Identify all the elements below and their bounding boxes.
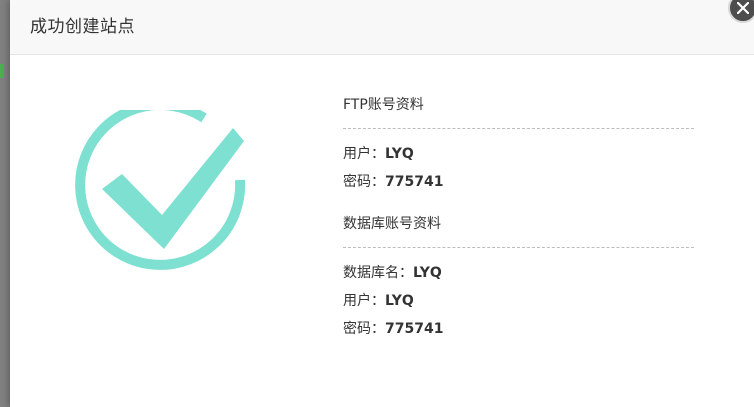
- db-name-label: 数据库名：: [343, 265, 413, 281]
- db-user-value: LYQ: [385, 293, 414, 309]
- background-marker: [0, 64, 4, 78]
- close-icon: [737, 2, 749, 14]
- dialog-title: 成功创建站点: [30, 17, 135, 37]
- success-check-icon: [74, 99, 260, 288]
- db-user-row: 用户：LYQ: [343, 287, 694, 315]
- db-name-value: LYQ: [413, 265, 442, 281]
- site-created-dialog: 成功创建站点 FTP账号资料 用户：LYQ 密码：775741 数据库账号资料 …: [10, 0, 754, 407]
- ftp-password-value: 775741: [385, 174, 444, 190]
- ftp-user-label: 用户：: [343, 146, 385, 162]
- dialog-header: 成功创建站点: [10, 0, 754, 55]
- ftp-user-value: LYQ: [385, 146, 414, 162]
- db-password-label: 密码：: [343, 321, 385, 337]
- db-password-value: 775741: [385, 321, 444, 337]
- ftp-password-label: 密码：: [343, 174, 385, 190]
- db-user-label: 用户：: [343, 293, 385, 309]
- ftp-user-row: 用户：LYQ: [343, 140, 694, 168]
- account-info-panel: FTP账号资料 用户：LYQ 密码：775741 数据库账号资料 数据库名：LY…: [343, 94, 694, 343]
- ftp-password-row: 密码：775741: [343, 168, 694, 196]
- db-name-row: 数据库名：LYQ: [343, 259, 694, 287]
- db-password-row: 密码：775741: [343, 315, 694, 343]
- ftp-section-title: FTP账号资料: [343, 97, 424, 113]
- db-section-title: 数据库账号资料: [343, 216, 441, 232]
